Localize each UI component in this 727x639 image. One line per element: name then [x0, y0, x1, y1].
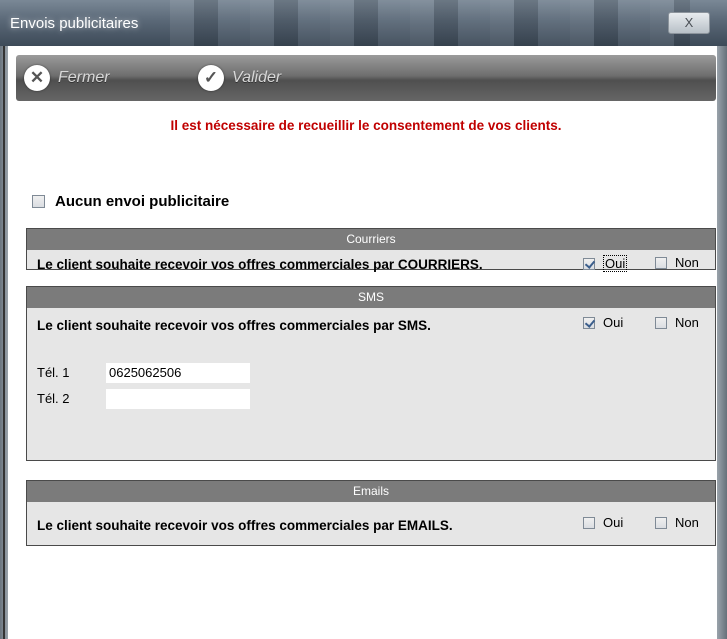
window-left-border — [0, 46, 8, 639]
no-ads-option[interactable]: Aucun envoi publicitaire — [32, 193, 229, 210]
section-sms: SMS Le client souhaite recevoir vos offr… — [26, 286, 716, 350]
courriers-non-option[interactable]: Non — [655, 255, 699, 270]
emails-non-checkbox[interactable] — [655, 516, 667, 529]
sms-oui-label: Oui — [603, 315, 624, 330]
no-ads-label: Aucun envoi publicitaire — [55, 193, 230, 210]
close-button[interactable]: ✕ Fermer — [24, 64, 110, 92]
no-ads-checkbox[interactable] — [32, 195, 45, 208]
section-sms-phones: Tél. 1 0625062506 Tél. 2 — [26, 349, 716, 461]
tel2-input[interactable] — [106, 389, 250, 409]
courriers-question: Le client souhaite recevoir vos offres c… — [37, 257, 483, 272]
tel1-label: Tél. 1 — [37, 365, 70, 380]
emails-question: Le client souhaite recevoir vos offres c… — [37, 518, 453, 533]
courriers-oui-label: Oui — [603, 255, 628, 272]
sms-non-option[interactable]: Non — [655, 315, 699, 330]
emails-oui-option[interactable]: Oui — [583, 515, 623, 530]
check-circle-icon: ✓ — [198, 65, 224, 91]
emails-oui-label: Oui — [603, 515, 624, 530]
title-bar-decoration — [170, 0, 690, 46]
section-emails: Emails Le client souhaite recevoir vos o… — [26, 480, 716, 546]
sms-question: Le client souhaite recevoir vos offres c… — [37, 318, 431, 333]
x-circle-icon: ✕ — [24, 65, 50, 91]
sms-non-label: Non — [675, 315, 699, 330]
section-courriers: Courriers Le client souhaite recevoir vo… — [26, 228, 716, 272]
courriers-oui-option[interactable]: Oui — [583, 255, 628, 272]
sms-oui-option[interactable]: Oui — [583, 315, 623, 330]
emails-oui-checkbox[interactable] — [583, 516, 595, 529]
consent-warning: Il est nécessaire de recueillir le conse… — [170, 118, 562, 133]
tel2-label: Tél. 2 — [37, 391, 70, 406]
section-sms-header: SMS — [27, 287, 715, 308]
close-button-label: Fermer — [58, 69, 110, 86]
title-bar[interactable]: Envois publicitaires X — [0, 0, 727, 46]
emails-non-label: Non — [675, 515, 699, 530]
window-title: Envois publicitaires — [10, 15, 139, 32]
sms-oui-checkbox[interactable] — [583, 316, 595, 329]
emails-non-option[interactable]: Non — [655, 515, 699, 530]
sms-non-checkbox[interactable] — [655, 316, 667, 329]
validate-button-label: Valider — [232, 69, 282, 86]
window-right-border — [717, 46, 727, 639]
validate-button[interactable]: ✓ Valider — [198, 64, 281, 92]
section-courriers-header: Courriers — [27, 229, 715, 250]
dialog-window: Envois publicitaires X ✕ Fermer ✓ Valide… — [0, 0, 727, 639]
courriers-non-label: Non — [675, 255, 699, 270]
courriers-non-checkbox[interactable] — [655, 256, 667, 269]
section-emails-header: Emails — [27, 481, 715, 502]
courriers-oui-checkbox[interactable] — [583, 257, 595, 270]
toolbar: ✕ Fermer ✓ Valider — [16, 55, 716, 101]
tel1-input[interactable]: 0625062506 — [106, 363, 250, 383]
window-close-button[interactable]: X — [668, 12, 710, 34]
